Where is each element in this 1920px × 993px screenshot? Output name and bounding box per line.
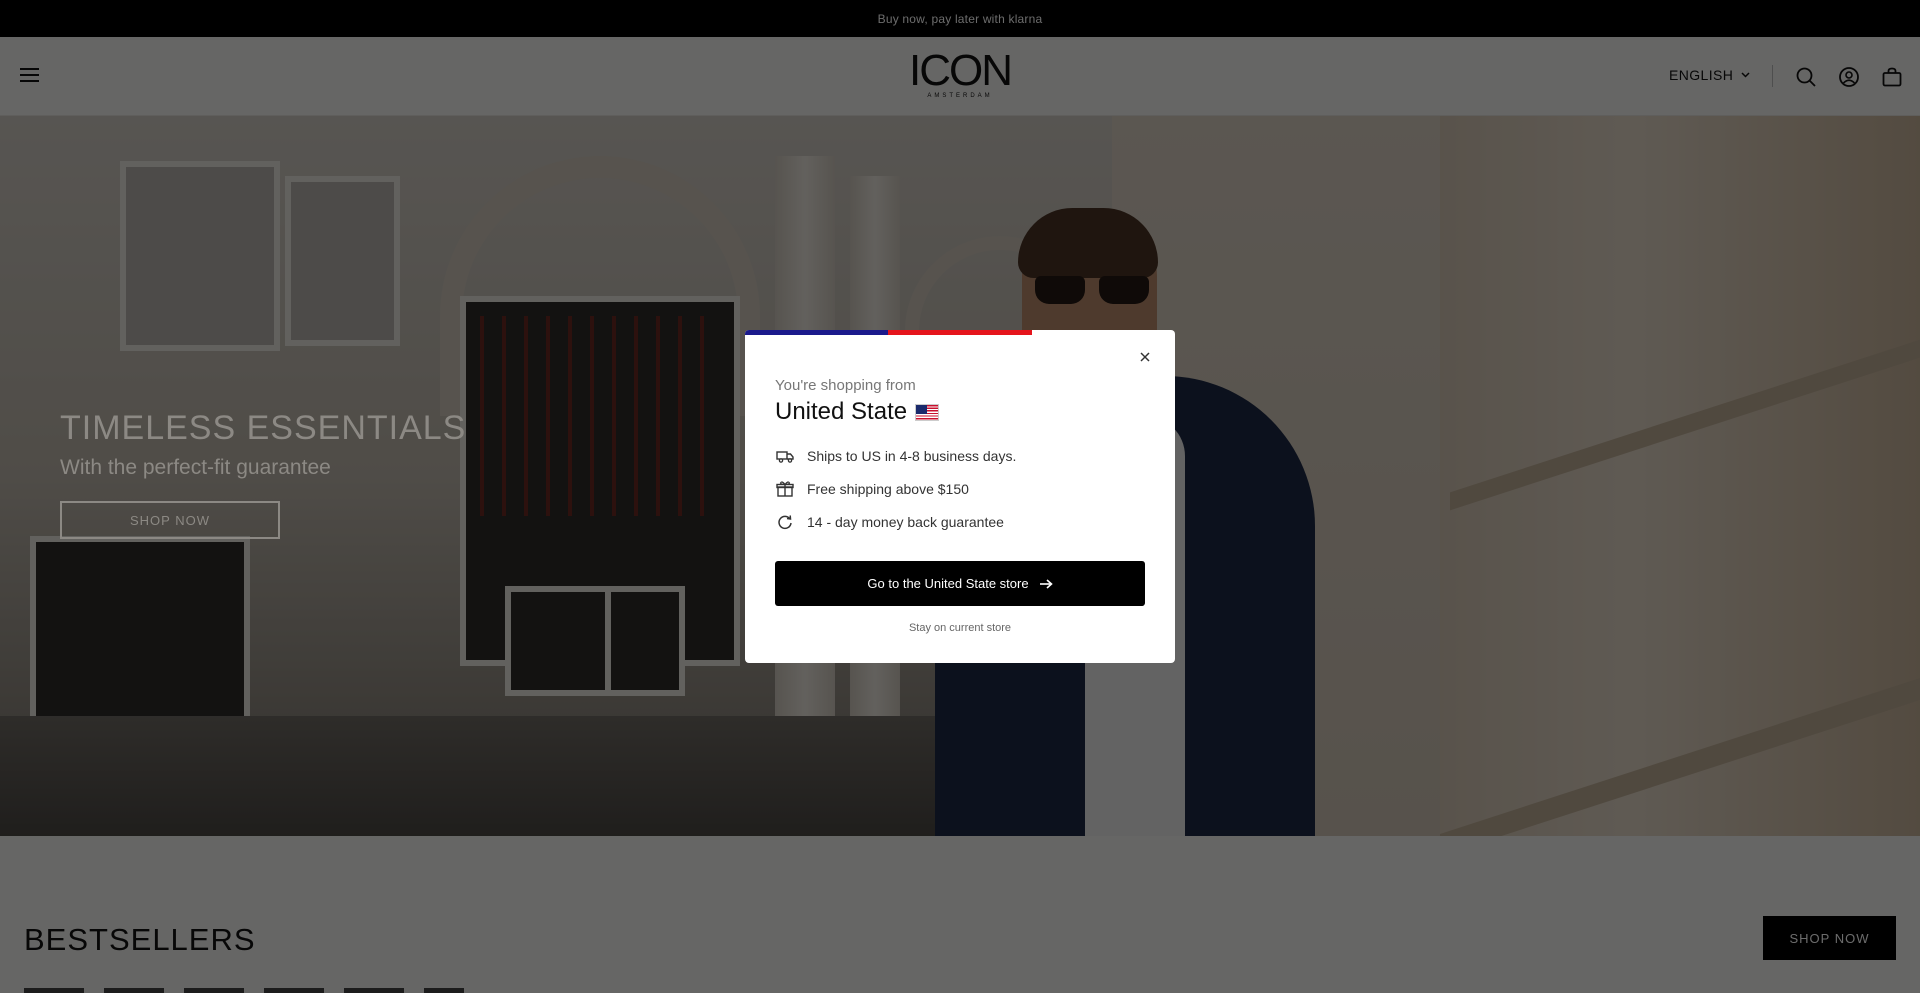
search-icon[interactable] xyxy=(1795,66,1817,88)
go-to-store-button[interactable]: Go to the United State store xyxy=(775,561,1145,606)
language-selector[interactable]: ENGLISH xyxy=(1669,67,1750,83)
menu-icon[interactable] xyxy=(20,68,39,82)
arrow-right-icon xyxy=(1039,578,1053,589)
perk-text: 14 - day money back guarantee xyxy=(807,514,1004,530)
bestsellers-shop-now-button[interactable]: SHOP NOW xyxy=(1763,916,1896,960)
refresh-icon xyxy=(778,515,792,530)
logo-text: ICON xyxy=(909,46,1013,95)
close-icon[interactable] xyxy=(1138,350,1152,364)
bestsellers-section: BESTSELLERS SHOP NOW xyxy=(0,836,1920,993)
chevron-down-icon xyxy=(1741,72,1750,78)
sunglasses-image xyxy=(1035,276,1155,306)
bestsellers-title: BESTSELLERS xyxy=(24,922,256,957)
country-modal: You're shopping from United State Ships … xyxy=(745,330,1175,663)
cart-icon[interactable] xyxy=(1881,66,1903,88)
country-name: United State xyxy=(775,398,908,425)
us-flag-icon xyxy=(915,403,940,421)
perk-free-shipping: Free shipping above $150 xyxy=(775,479,969,499)
bestsellers-tabs-strip xyxy=(24,988,464,993)
language-label: ENGLISH xyxy=(1669,67,1734,83)
account-icon[interactable] xyxy=(1838,66,1860,88)
modal-country: United State xyxy=(775,398,940,426)
stay-on-current-store-link[interactable]: Stay on current store xyxy=(745,622,1175,634)
truck-icon xyxy=(776,451,794,463)
go-to-store-label: Go to the United State store xyxy=(867,576,1029,591)
site-header: ICON AMSTERDAM ENGLISH xyxy=(0,37,1920,116)
perk-shipping: Ships to US in 4-8 business days. xyxy=(775,446,1016,466)
flag-bar-blue xyxy=(745,330,888,335)
announcement-bar: Buy now, pay later with klarna xyxy=(0,0,1920,37)
flag-bar-red xyxy=(888,330,1032,335)
gift-icon xyxy=(776,481,794,497)
perk-text: Free shipping above $150 xyxy=(807,481,969,497)
header-divider xyxy=(1772,65,1773,87)
modal-from-label: You're shopping from xyxy=(775,377,916,394)
logo[interactable]: ICON AMSTERDAM xyxy=(905,46,1015,101)
perk-guarantee: 14 - day money back guarantee xyxy=(775,512,1004,532)
announcement-text[interactable]: Buy now, pay later with klarna xyxy=(878,12,1043,26)
perk-text: Ships to US in 4-8 business days. xyxy=(807,448,1017,464)
